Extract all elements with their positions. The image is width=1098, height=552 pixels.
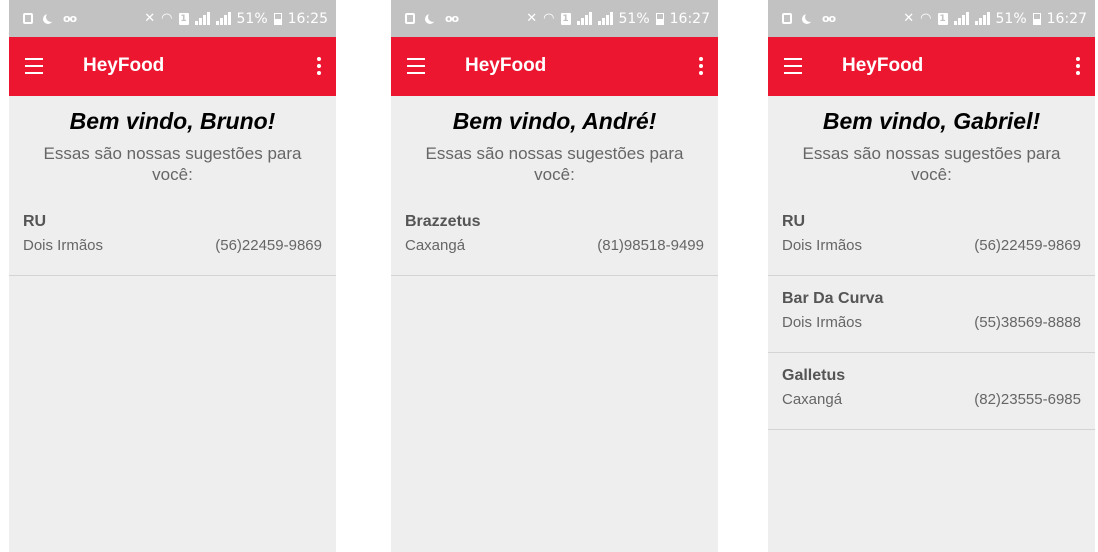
mute-icon: ✕: [526, 11, 538, 26]
signal-icon: [597, 12, 613, 25]
restaurant-list: Brazzetus Caxangá (81)98518-9499: [391, 199, 718, 276]
voicemail-icon: oo: [63, 12, 77, 25]
welcome-heading: Bem vindo, André!: [452, 108, 657, 134]
restaurant-area: Dois Irmãos: [23, 237, 104, 254]
list-item[interactable]: Bar Da Curva Dois Irmãos (55)38569-8888: [768, 276, 1095, 353]
hamburger-menu-icon[interactable]: [407, 58, 425, 74]
app-bar: HeyFood: [9, 37, 336, 96]
restaurant-list: RU Dois Irmãos (56)22459-9869: [9, 199, 336, 276]
voicemail-icon: oo: [445, 12, 459, 25]
sim-icon: 1: [178, 12, 189, 25]
app-title: HeyFood: [842, 55, 924, 76]
restaurant-name: Bar Da Curva: [782, 290, 884, 307]
signal-icon: [576, 12, 592, 25]
more-vertical-icon[interactable]: [1075, 57, 1081, 77]
signal-icon: [215, 12, 231, 25]
restaurant-list: RU Dois Irmãos (56)22459-9869 Bar Da Cur…: [768, 199, 1095, 430]
restaurant-name: RU: [23, 213, 47, 230]
restaurant-phone: (81)98518-9499: [597, 237, 704, 254]
list-item[interactable]: RU Dois Irmãos (56)22459-9869: [9, 199, 336, 276]
restaurant-name: RU: [782, 213, 806, 230]
mute-icon: ✕: [144, 11, 156, 26]
gallery-icon: [782, 13, 792, 24]
wifi-icon: ◠: [161, 11, 173, 26]
list-item[interactable]: Brazzetus Caxangá (81)98518-9499: [391, 199, 718, 276]
list-item[interactable]: Galletus Caxangá (82)23555-6985: [768, 353, 1095, 430]
battery-icon: [655, 12, 664, 25]
restaurant-name: Galletus: [782, 367, 846, 384]
gallery-icon: [23, 13, 33, 24]
battery-percent: 51%: [618, 10, 650, 27]
hamburger-menu-icon[interactable]: [25, 58, 43, 74]
battery-icon: [273, 12, 282, 25]
restaurant-name: Brazzetus: [405, 213, 481, 230]
signal-icon: [953, 12, 969, 25]
sim-icon: 1: [937, 12, 948, 25]
moon-icon: [46, 12, 56, 22]
clock: 16:27: [1046, 10, 1087, 27]
status-bar: oo ✕ ◠ 1 51% 16:27: [768, 0, 1095, 37]
moon-icon: [805, 12, 815, 22]
welcome-heading: Bem vindo, Bruno!: [69, 108, 276, 134]
more-vertical-icon[interactable]: [316, 57, 322, 77]
signal-icon: [974, 12, 990, 25]
battery-icon: [1032, 12, 1041, 25]
restaurant-phone: (56)22459-9869: [215, 237, 322, 254]
wifi-icon: ◠: [543, 11, 555, 26]
restaurant-area: Dois Irmãos: [782, 237, 863, 254]
app-title: HeyFood: [465, 55, 547, 76]
clock: 16:27: [669, 10, 710, 27]
app-bar: HeyFood: [391, 37, 718, 96]
phone-screen-2: oo ✕ ◠ 1 51% 16:27 HeyFood Bem vindo, An…: [391, 0, 718, 552]
restaurant-area: Caxangá: [405, 237, 466, 254]
suggestions-subtitle: Essas são nossas sugestões para você:: [425, 144, 684, 184]
gallery-icon: [405, 13, 415, 24]
welcome-heading: Bem vindo, Gabriel!: [822, 108, 1041, 134]
status-bar: oo ✕ ◠ 1 51% 16:27: [391, 0, 718, 37]
app-title: HeyFood: [83, 55, 165, 76]
status-bar: oo ✕ ◠ 1 51% 16:25: [9, 0, 336, 37]
clock: 16:25: [287, 10, 328, 27]
list-item[interactable]: RU Dois Irmãos (56)22459-9869: [768, 199, 1095, 276]
restaurant-phone: (55)38569-8888: [974, 314, 1081, 331]
phone-screen-1: oo ✕ ◠ 1 51% 16:25 HeyFood Bem vindo, Br…: [9, 0, 336, 552]
battery-percent: 51%: [236, 10, 268, 27]
sim-icon: 1: [560, 12, 571, 25]
signal-icon: [194, 12, 210, 25]
moon-icon: [428, 12, 438, 22]
battery-percent: 51%: [995, 10, 1027, 27]
restaurant-phone: (56)22459-9869: [974, 237, 1081, 254]
restaurant-phone: (82)23555-6985: [974, 391, 1081, 408]
app-bar: HeyFood: [768, 37, 1095, 96]
wifi-icon: ◠: [920, 11, 932, 26]
suggestions-subtitle: Essas são nossas sugestões para você:: [802, 144, 1061, 184]
mute-icon: ✕: [903, 11, 915, 26]
more-vertical-icon[interactable]: [698, 57, 704, 77]
hamburger-menu-icon[interactable]: [784, 58, 802, 74]
suggestions-subtitle: Essas são nossas sugestões para você:: [43, 144, 302, 184]
voicemail-icon: oo: [822, 12, 836, 25]
restaurant-area: Dois Irmãos: [782, 314, 863, 331]
phone-screen-3: oo ✕ ◠ 1 51% 16:27 HeyFood Bem vindo, Ga…: [768, 0, 1095, 552]
restaurant-area: Caxangá: [782, 391, 843, 408]
